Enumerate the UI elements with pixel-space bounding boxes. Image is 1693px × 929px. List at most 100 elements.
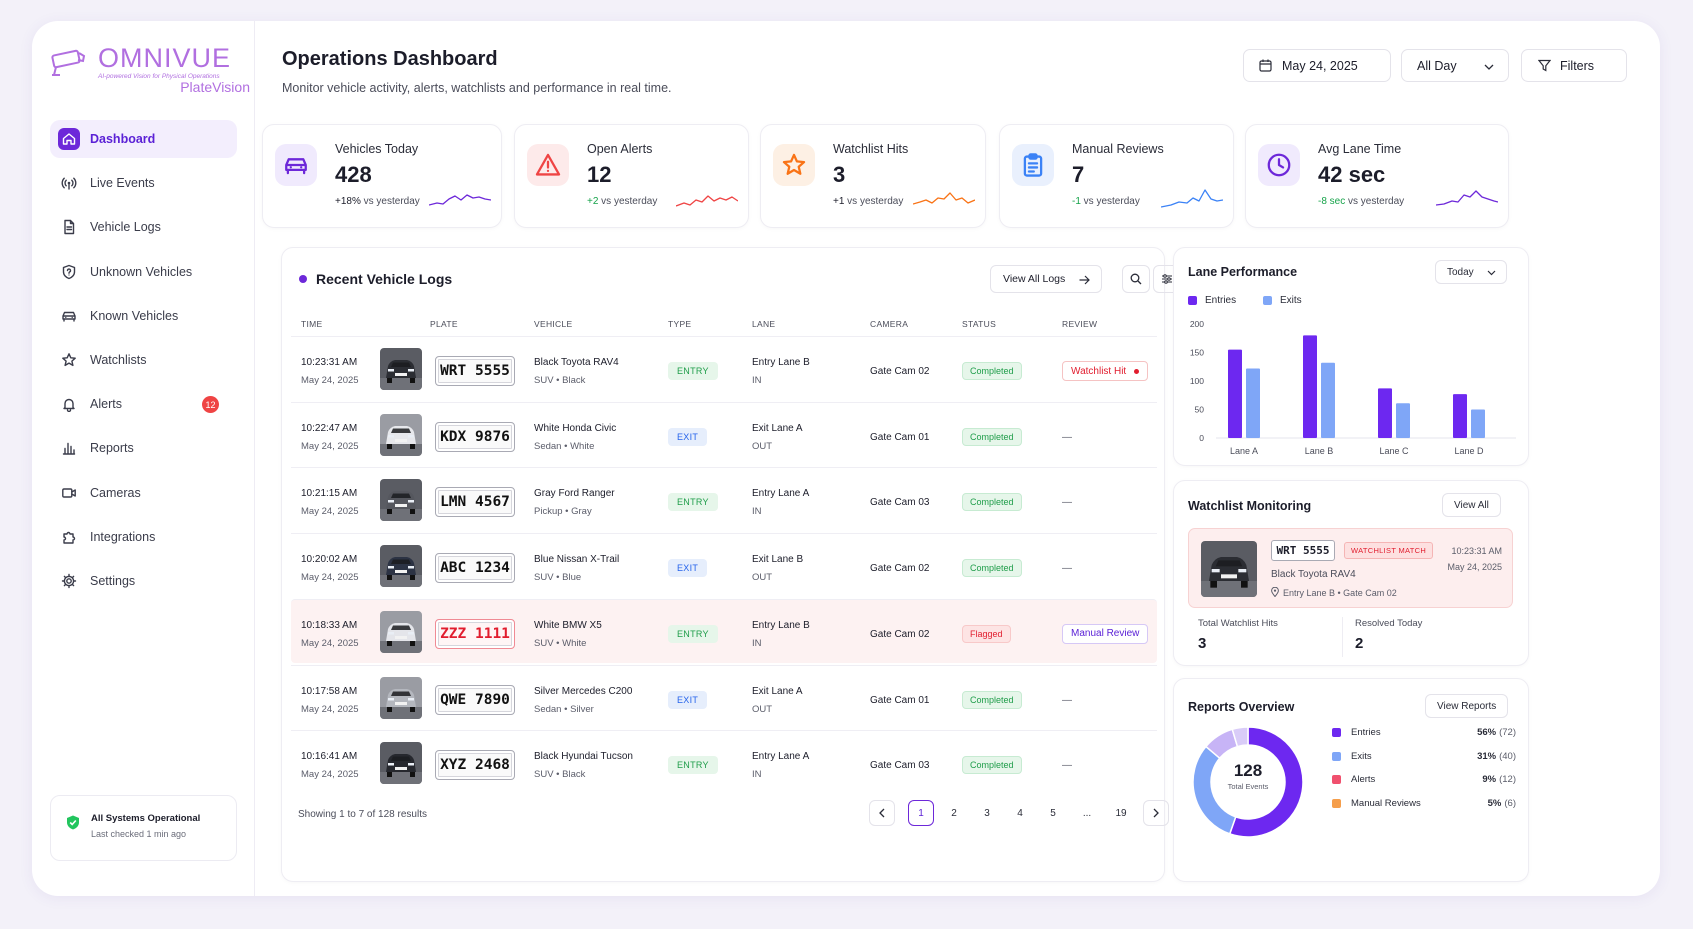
sidebar-item-settings[interactable]: Settings — [50, 562, 237, 600]
sidebar-item-integrations[interactable]: Integrations — [50, 518, 237, 556]
sidebar-item-known-vehicles[interactable]: Known Vehicles — [50, 297, 237, 335]
page-5-button[interactable]: 5 — [1040, 800, 1066, 826]
vehicle-thumbnail[interactable] — [380, 610, 422, 653]
puzzle-icon — [63, 531, 76, 544]
column-header-status[interactable]: STATUS — [962, 319, 996, 329]
sidebar-item-reports[interactable]: Reports — [50, 429, 237, 467]
vehicle-photo — [1201, 541, 1257, 597]
vehicle-thumbnail[interactable] — [380, 348, 422, 390]
sidebar-item-cameras[interactable]: Cameras — [50, 474, 237, 512]
bar-exits-lane-a[interactable] — [1246, 368, 1260, 438]
page-4-button[interactable]: 4 — [1007, 800, 1033, 826]
column-header-camera[interactable]: CAMERA — [870, 319, 908, 329]
status-badge: Completed — [962, 559, 1022, 578]
camera-name: Gate Cam 02 — [870, 366, 930, 377]
bar-entries-lane-c[interactable] — [1378, 388, 1392, 438]
page-19-button[interactable]: 19 — [1108, 800, 1134, 826]
broadcast-icon — [61, 177, 77, 190]
date-picker-label: May 24, 2025 — [1282, 58, 1358, 73]
log-time: 10:21:15 AM — [301, 488, 358, 500]
manual-review-button[interactable]: Manual Review — [1062, 623, 1149, 644]
sidebar-item-unknown-vehicles[interactable]: Unknown Vehicles — [50, 253, 237, 291]
watchlist-match-card[interactable]: WRT 5555 WATCHLIST MATCH Black Toyota RA… — [1188, 528, 1513, 608]
log-date: May 24, 2025 — [301, 769, 359, 781]
bar-exits-lane-c[interactable] — [1396, 403, 1410, 438]
kpi-card-open-alerts[interactable]: Open Alerts 12 +2 vs yesterday — [514, 124, 749, 228]
column-header-time[interactable]: TIME — [301, 319, 323, 329]
pagination-summary: Showing 1 to 7 of 128 results — [298, 809, 427, 820]
watchlist-hit-badge[interactable]: Watchlist Hit — [1062, 361, 1149, 381]
page-3-button[interactable]: 3 — [974, 800, 1000, 826]
kpi-value: 428 — [335, 162, 372, 187]
table-row[interactable]: 10:16:41 AM May 24, 2025 XYZ 2468 Black Hy… — [291, 730, 1157, 794]
kpi-label: Manual Reviews — [1072, 142, 1164, 156]
column-header-type[interactable]: TYPE — [668, 319, 691, 329]
table-row[interactable]: 10:17:58 AM May 24, 2025 QWE 7890 Silver M… — [291, 664, 1157, 729]
status-badge: Flagged — [962, 624, 1011, 643]
legend-value: 31% (40) — [1477, 751, 1516, 762]
kpi-card-vehicles-today[interactable]: Vehicles Today 428 +18% vs yesterday — [262, 124, 502, 228]
vehicle-photo — [380, 610, 422, 653]
sidebar-item-alerts[interactable]: Alerts 12 — [50, 385, 237, 423]
star-icon — [62, 353, 76, 367]
kpi-card-watchlist-hits[interactable]: Watchlist Hits 3 +1 vs yesterday — [760, 124, 986, 228]
page-2-button[interactable]: 2 — [941, 800, 967, 826]
kpi-card-avg-lane-time[interactable]: Avg Lane Time 42 sec -8 sec vs yesterday — [1245, 124, 1509, 228]
log-time: 10:16:41 AM — [301, 751, 358, 763]
column-header-lane[interactable]: LANE — [752, 319, 775, 329]
bar-entries-lane-d[interactable] — [1453, 394, 1467, 438]
legend-percent: 5% — [1487, 797, 1502, 809]
range-select[interactable]: All Day — [1401, 49, 1509, 82]
page-1-button[interactable]: 1 — [908, 800, 934, 826]
column-header-plate[interactable]: PLATE — [430, 319, 458, 329]
kpi-trend: +18% vs yesterday — [335, 196, 420, 207]
bar-exits-lane-d[interactable] — [1471, 409, 1485, 439]
column-header-vehicle[interactable]: VEHICLE — [534, 319, 572, 329]
next-page-button[interactable] — [1143, 800, 1169, 826]
pagination-ellipsis: ... — [1082, 807, 1092, 819]
system-status-title: All Systems Operational — [91, 813, 201, 824]
system-status-card: All Systems Operational Last checked 1 m… — [50, 795, 237, 861]
kpi-icon-wrap — [275, 144, 317, 186]
table-row[interactable]: 10:21:15 AM May 24, 2025 LMN 4567 Gray For… — [291, 467, 1157, 531]
table-row[interactable]: 10:23:31 AM May 24, 2025 WRT 5555 Black To… — [291, 336, 1157, 400]
sidebar-item-vehicle-logs[interactable]: Vehicle Logs — [50, 208, 237, 246]
kpi-card-manual-reviews[interactable]: Manual Reviews 7 -1 vs yesterday — [999, 124, 1234, 228]
camera-name: Gate Cam 01 — [870, 431, 930, 443]
view-all-logs-button[interactable]: View All Logs — [990, 265, 1102, 293]
filters-button[interactable]: Filters — [1521, 49, 1627, 82]
bar-exits-lane-b[interactable] — [1321, 362, 1335, 438]
legend-count: (40) — [1499, 750, 1516, 762]
vehicle-thumbnail[interactable] — [380, 545, 422, 588]
log-time: 10:17:58 AM — [301, 685, 358, 697]
table-row[interactable]: 10:20:02 AM May 24, 2025 ABC 1234 Blue Nis… — [291, 533, 1157, 597]
search-button[interactable] — [1122, 265, 1150, 293]
vehicle-thumbnail[interactable] — [380, 479, 422, 522]
brand-logo[interactable]: OMNIVUE AI-powered Vision for Physical O… — [50, 43, 250, 95]
review-empty: — — [1062, 431, 1072, 443]
kpi-sparkline — [913, 192, 975, 205]
vehicle-thumbnail[interactable] — [380, 676, 422, 719]
table-row[interactable]: 10:18:33 AM May 24, 2025 ZZZ 1111 White BM… — [291, 598, 1157, 663]
column-header-review[interactable]: REVIEW — [1062, 319, 1097, 329]
sidebar-item-watchlists[interactable]: Watchlists — [50, 341, 237, 379]
vehicle-thumbnail[interactable] — [380, 413, 422, 456]
sidebar-item-dashboard[interactable]: Dashboard — [50, 120, 237, 158]
date-picker-button[interactable]: May 24, 2025 — [1243, 49, 1391, 82]
sidebar-item-live-events[interactable]: Live Events — [50, 164, 237, 202]
view-reports-button[interactable]: View Reports — [1425, 694, 1509, 718]
vehicle-photo — [380, 545, 422, 588]
vehicle-details: SUV • White — [534, 637, 587, 649]
status-badge: Completed — [962, 756, 1022, 775]
kpi-label: Open Alerts — [587, 142, 653, 156]
donut-total-label: Total Events — [1227, 782, 1269, 791]
table-row[interactable]: 10:22:47 AM May 24, 2025 KDX 9876 White Ho… — [291, 401, 1157, 466]
lane-direction: IN — [752, 769, 762, 781]
shield-check-icon — [67, 815, 79, 830]
bar-entries-lane-a[interactable] — [1228, 349, 1242, 438]
type-badge: EXIT — [668, 427, 708, 446]
prev-page-button[interactable] — [869, 800, 895, 826]
bar-entries-lane-b[interactable] — [1303, 335, 1317, 438]
watchlist-view-all-button[interactable]: View All — [1442, 493, 1501, 517]
vehicle-thumbnail[interactable] — [380, 742, 422, 785]
